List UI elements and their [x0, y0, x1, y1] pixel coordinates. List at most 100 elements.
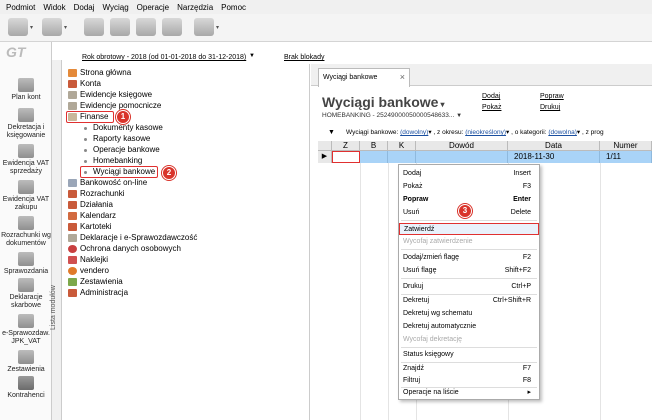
tab-wyciagi-bankowe[interactable]: Wyciągi bankowe ×: [318, 68, 410, 87]
tree-item-bankowosc[interactable]: Bankowość on-line: [68, 178, 147, 188]
toolbar-button-7[interactable]: [194, 18, 214, 36]
tree-item-operacje-bankowe[interactable]: Operacje bankowe: [84, 145, 160, 155]
column-header-k[interactable]: K: [388, 141, 416, 151]
table-cell-data[interactable]: 2018-11-30: [508, 151, 600, 163]
module-sidebar: GT Plan kont Dekretacja i księgowanie Ew…: [0, 42, 52, 420]
sidebar-item-vat-sprzedazy[interactable]: Ewidencja VAT sprzedaży: [0, 144, 52, 176]
account-subtitle[interactable]: HOMEBANKING - 25249000050000548633... ▼: [322, 112, 462, 119]
table-cell-z[interactable]: [332, 151, 360, 163]
toolbar-button-3[interactable]: [84, 18, 104, 36]
toolbar-button-6[interactable]: [162, 18, 182, 36]
close-icon[interactable]: ×: [400, 72, 405, 82]
tree-item-administracja[interactable]: Administracja: [68, 288, 128, 298]
filter-category[interactable]: (dowolna): [548, 129, 577, 136]
menu-item-dodaj[interactable]: Dodaj Insert: [399, 168, 539, 180]
toolbar-button-5[interactable]: [136, 18, 156, 36]
step-badge-2: 2: [162, 166, 176, 180]
menu-item-usun-flage[interactable]: Usuń flagę Shift+F2: [399, 265, 539, 277]
menu-item-wycofaj-zatwierdzenie[interactable]: Wycofaj zatwierdzenie: [399, 236, 539, 248]
menu-dodaj[interactable]: Dodaj: [74, 3, 95, 12]
menu-item-pokaz[interactable]: Pokaż F3: [399, 181, 539, 193]
toolbar-button-1[interactable]: [8, 18, 28, 36]
tab-label: Wyciągi bankowe: [323, 74, 378, 81]
tree-item-ewidencje-ksiegowe[interactable]: Ewidencje księgowe: [68, 90, 152, 100]
tree-item-zestawienia[interactable]: Zestawienia: [68, 277, 123, 287]
module-list-strip[interactable]: [52, 60, 62, 420]
vendero-icon: [68, 267, 77, 275]
tree-item-ewidencje-pomocnicze[interactable]: Ewidencje pomocnicze: [68, 101, 161, 111]
toolbar-button-2[interactable]: [42, 18, 62, 36]
sidebar-item-jpk[interactable]: e-Sprawozdaw. JPK_VAT: [0, 314, 52, 346]
tree-item-kalendarz[interactable]: Kalendarz: [68, 211, 116, 221]
chevron-down-icon[interactable]: ▼: [249, 53, 255, 59]
tree-item-konta[interactable]: Konta: [68, 79, 101, 89]
shield-icon: [68, 245, 77, 253]
tree-item-ochrona-danych[interactable]: Ochrona danych osobowych: [68, 244, 181, 254]
sidebar-item-deklaracje[interactable]: Deklaracje skarbowe: [0, 278, 52, 310]
sidebar-item-plan-kont[interactable]: Plan kont: [0, 78, 52, 102]
table-cell-numer[interactable]: 1/11: [600, 151, 652, 163]
tree-item-strona-glowna[interactable]: Strona główna: [68, 68, 131, 78]
tree-item-raporty-kasowe[interactable]: Raporty kasowe: [84, 134, 150, 144]
chevron-down-icon[interactable]: ▾: [440, 100, 444, 109]
tree-item-dokumenty-kasowe[interactable]: Dokumenty kasowe: [84, 123, 163, 133]
filter-statement[interactable]: (dowolny): [400, 129, 428, 136]
tree-item-kartoteki[interactable]: Kartoteki: [68, 222, 112, 232]
table-cell-b[interactable]: [360, 151, 388, 163]
column-header-numer[interactable]: Numer: [600, 141, 652, 151]
menu-podmiot[interactable]: Podmiot: [6, 3, 35, 12]
chevron-down-icon[interactable]: ▾: [216, 24, 222, 31]
toolbar-button-4[interactable]: [110, 18, 130, 36]
menu-wyciag[interactable]: Wyciąg: [103, 3, 129, 12]
column-header-z[interactable]: Z: [332, 141, 360, 151]
edit-link[interactable]: Popraw: [540, 93, 564, 100]
menu-item-wycofaj-dekretacje[interactable]: Wycofaj dekretację: [399, 334, 539, 346]
menu-item-filtruj[interactable]: Filtruj F8: [399, 375, 539, 387]
menu-item-dekretuj-automatycznie[interactable]: Dekretuj automatycznie: [399, 321, 539, 333]
menu-item-dodaj-flage[interactable]: Dodaj/zmień flagę F2: [399, 252, 539, 264]
menu-widok[interactable]: Widok: [43, 3, 65, 12]
ledger-icon: [68, 102, 77, 110]
sidebar-item-zestawienia[interactable]: Zestawienia: [0, 350, 52, 374]
tree-item-rozrachunki[interactable]: Rozrachunki: [68, 189, 124, 199]
menu-item-popraw[interactable]: Popraw Enter: [399, 194, 539, 206]
menu-item-status-ksiegowy[interactable]: Status księgowy: [399, 349, 539, 361]
menu-item-operacje-na-liscie[interactable]: Operacje na liście ▸: [399, 387, 539, 399]
menu-pomoc[interactable]: Pomoc: [221, 3, 246, 12]
table-cell-dowod[interactable]: [416, 151, 508, 163]
chevron-down-icon[interactable]: ▾: [30, 24, 36, 31]
fiscal-year-link[interactable]: Rok obrotowy - 2018 (od 01-01-2018 do 31…: [82, 54, 246, 61]
menu-item-znajdz[interactable]: Znajdź F7: [399, 363, 539, 375]
menu-item-dekretuj[interactable]: Dekretuj Ctrl+Shift+R: [399, 295, 539, 307]
add-link[interactable]: Dodaj: [482, 93, 500, 100]
menu-bar: Podmiot Widok Dodaj Wyciąg Operacje Narz…: [0, 0, 652, 14]
show-link[interactable]: Pokaż: [482, 104, 501, 111]
sidebar-item-kontrahenci[interactable]: Kontrahenci: [0, 376, 52, 400]
print-link[interactable]: Drukuj: [540, 104, 560, 111]
tree-item-dzialania[interactable]: Działania: [68, 200, 113, 210]
menu-item-dekretuj-wg-schematu[interactable]: Dekretuj wg schematu: [399, 308, 539, 320]
column-header-dowod[interactable]: Dowód: [416, 141, 508, 151]
table-cell-k[interactable]: [388, 151, 416, 163]
chevron-down-icon[interactable]: ▾: [64, 24, 70, 31]
column-header-b[interactable]: B: [360, 141, 388, 151]
menu-item-drukuj[interactable]: Drukuj Ctrl+P: [399, 281, 539, 293]
report-icon: [68, 278, 77, 286]
menu-operacje[interactable]: Operacje: [137, 3, 169, 12]
menu-item-zatwierdz[interactable]: Zatwierdź: [399, 223, 539, 235]
row-indicator-header: [318, 141, 332, 151]
bullet-icon: [84, 137, 87, 141]
filter-period[interactable]: (nieokreślony): [465, 129, 506, 136]
sidebar-item-sprawozdania[interactable]: Sprawozdania: [0, 252, 52, 276]
tree-item-deklaracje[interactable]: Deklaracje i e-Sprawozdawczość: [68, 233, 197, 243]
sidebar-item-rozrachunki[interactable]: Rozrachunki wg dokumentów: [0, 216, 52, 248]
tree-item-naklejki[interactable]: Naklejki: [68, 255, 108, 265]
tree-item-homebanking[interactable]: Homebanking: [84, 156, 142, 166]
sidebar-item-dekretacja[interactable]: Dekretacja i księgowanie: [0, 108, 52, 140]
menu-narzedzia[interactable]: Narzędzia: [177, 3, 213, 12]
sidebar-item-vat-zakupu[interactable]: Ewidencja VAT zakupu: [0, 180, 52, 212]
locks-link[interactable]: Brak blokady: [284, 54, 324, 61]
app-logo: GT: [6, 44, 26, 60]
column-header-data[interactable]: Data: [508, 141, 600, 151]
tree-item-vendero[interactable]: vendero: [68, 266, 109, 276]
